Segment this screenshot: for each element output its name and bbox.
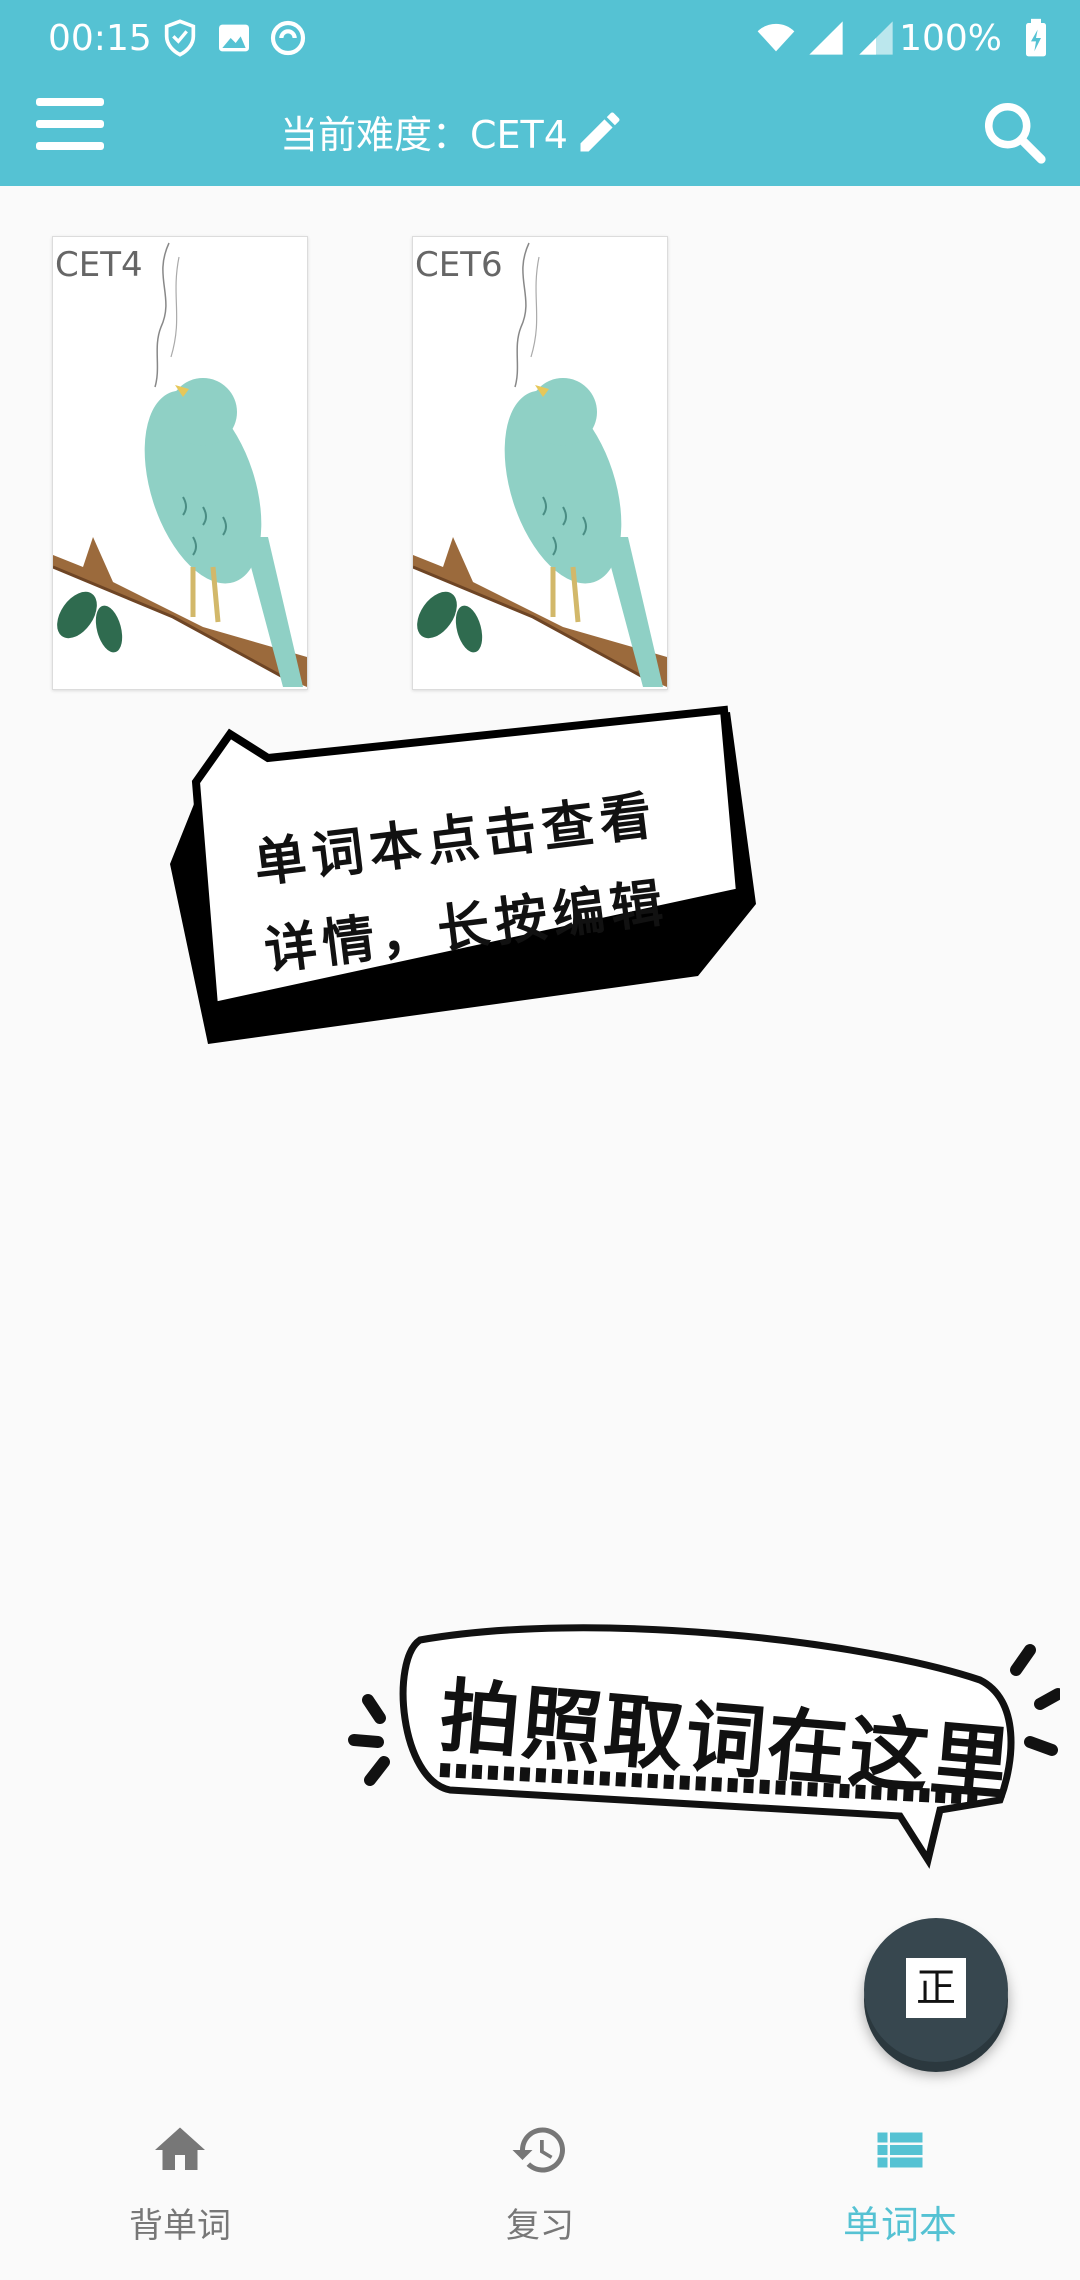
wordbook-hint-bubble: 单词本点击查看 详情，长按编辑 <box>168 704 768 1044</box>
difficulty-label: 当前难度：CET4 <box>280 113 568 157</box>
sync-icon <box>270 20 306 56</box>
app-bar: 00:15 100% 当前难度：CET4 <box>0 0 1080 186</box>
history-icon <box>512 2127 565 2173</box>
nav-label: 单词本 <box>842 2203 957 2247</box>
nav-item-review[interactable]: 复习 <box>360 2094 720 2280</box>
wordbook-card-cet6[interactable]: CET6 <box>412 236 668 690</box>
nav-label: 复习 <box>506 2206 574 2246</box>
wordbook-label: CET6 <box>415 245 503 285</box>
nav-item-wordbook[interactable]: 单词本 <box>720 2094 1080 2280</box>
nav-label: 背单词 <box>129 2206 231 2246</box>
nav-item-memorize[interactable]: 背单词 <box>0 2094 360 2280</box>
wordbook-card-cet4[interactable]: CET4 <box>52 236 308 690</box>
photo-hint-bubble: 拍照取词在这里 <box>340 1620 1064 1920</box>
status-time: 00:15 <box>48 18 152 59</box>
document-icon: 正 <box>906 1958 966 2018</box>
wifi-icon <box>757 23 795 52</box>
home-icon <box>155 2127 205 2170</box>
bottom-navigation: 背单词 复习 单词本 <box>0 2094 1080 2280</box>
edit-icon[interactable] <box>574 106 626 158</box>
bird-illustration <box>53 242 307 687</box>
search-icon[interactable] <box>980 98 1050 168</box>
bird-illustration <box>413 242 667 687</box>
menu-icon <box>36 98 104 106</box>
difficulty-title: 当前难度：CET4 <box>280 104 626 159</box>
signal-icon <box>809 21 843 55</box>
shield-icon <box>164 19 196 57</box>
list-icon <box>877 2132 923 2168</box>
toolbar: 当前难度：CET4 <box>0 78 1080 186</box>
menu-button[interactable] <box>36 98 108 162</box>
image-icon <box>219 24 249 52</box>
battery-level: 100% <box>899 18 1002 59</box>
photo-capture-button[interactable]: 正 <box>864 1918 1008 2062</box>
signal-icon <box>859 21 893 55</box>
wordbook-label: CET4 <box>55 245 143 285</box>
battery-icon <box>1026 18 1046 57</box>
status-bar: 00:15 100% <box>0 0 1080 78</box>
